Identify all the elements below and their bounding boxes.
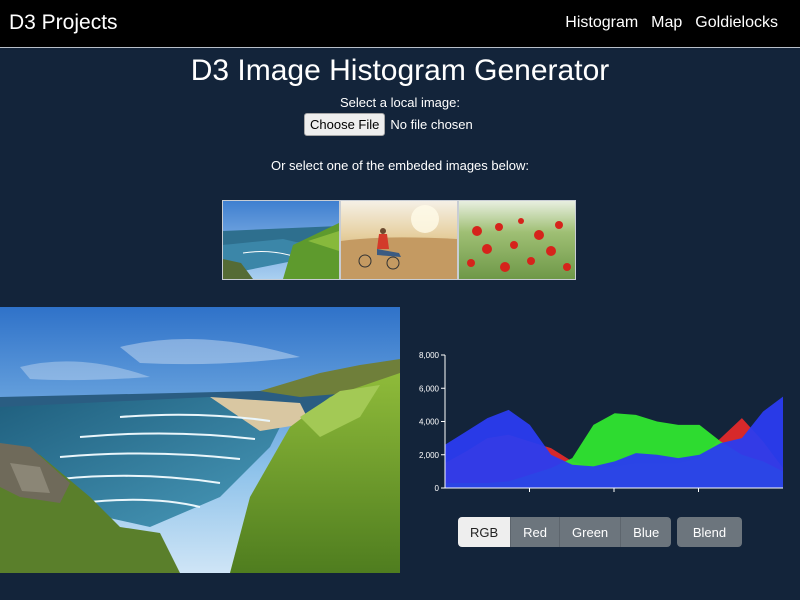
nav-link-histogram[interactable]: Histogram	[565, 14, 638, 32]
page-title: D3 Image Histogram Generator	[190, 54, 610, 87]
y-tick-label: 4,000	[419, 418, 440, 427]
nav-link-map[interactable]: Map	[651, 14, 682, 32]
thumbnail-strip	[222, 200, 576, 280]
channel-button-group: RGB Red Green Blue	[458, 517, 672, 547]
nav-links: Histogram Map Goldielocks	[565, 14, 778, 32]
y-tick-label: 2,000	[419, 451, 440, 460]
y-tick-label: 8,000	[419, 351, 440, 360]
y-tick-label: 6,000	[419, 384, 440, 393]
embedded-images-label: Or select one of the embeded images belo…	[271, 158, 529, 173]
channel-button-blue[interactable]: Blue	[621, 517, 672, 547]
histogram-chart: 0 2,000 4,000 6,000 8,000	[419, 351, 783, 493]
thumbnail-poppies[interactable]	[459, 201, 575, 279]
thumbnail-coastline[interactable]	[223, 201, 339, 279]
selected-image-preview	[0, 307, 400, 573]
file-status-text: No file chosen	[390, 117, 473, 132]
channel-button-rgb[interactable]: RGB	[458, 517, 512, 547]
nav-link-goldielocks[interactable]: Goldielocks	[695, 14, 778, 32]
choose-file-button[interactable]: Choose File	[304, 113, 386, 136]
channel-button-red[interactable]: Red	[511, 517, 561, 547]
thumbnail-person-in-field[interactable]	[341, 201, 457, 279]
brand-link[interactable]: D3 Projects	[9, 11, 118, 35]
local-image-label: Select a local image:	[340, 95, 460, 110]
file-picker: Choose File No file chosen	[304, 113, 473, 136]
channel-button-green[interactable]: Green	[560, 517, 622, 547]
blend-button[interactable]: Blend	[677, 517, 742, 547]
y-tick-label: 0	[435, 484, 440, 493]
navbar: D3 Projects Histogram Map Goldielocks	[0, 0, 800, 48]
